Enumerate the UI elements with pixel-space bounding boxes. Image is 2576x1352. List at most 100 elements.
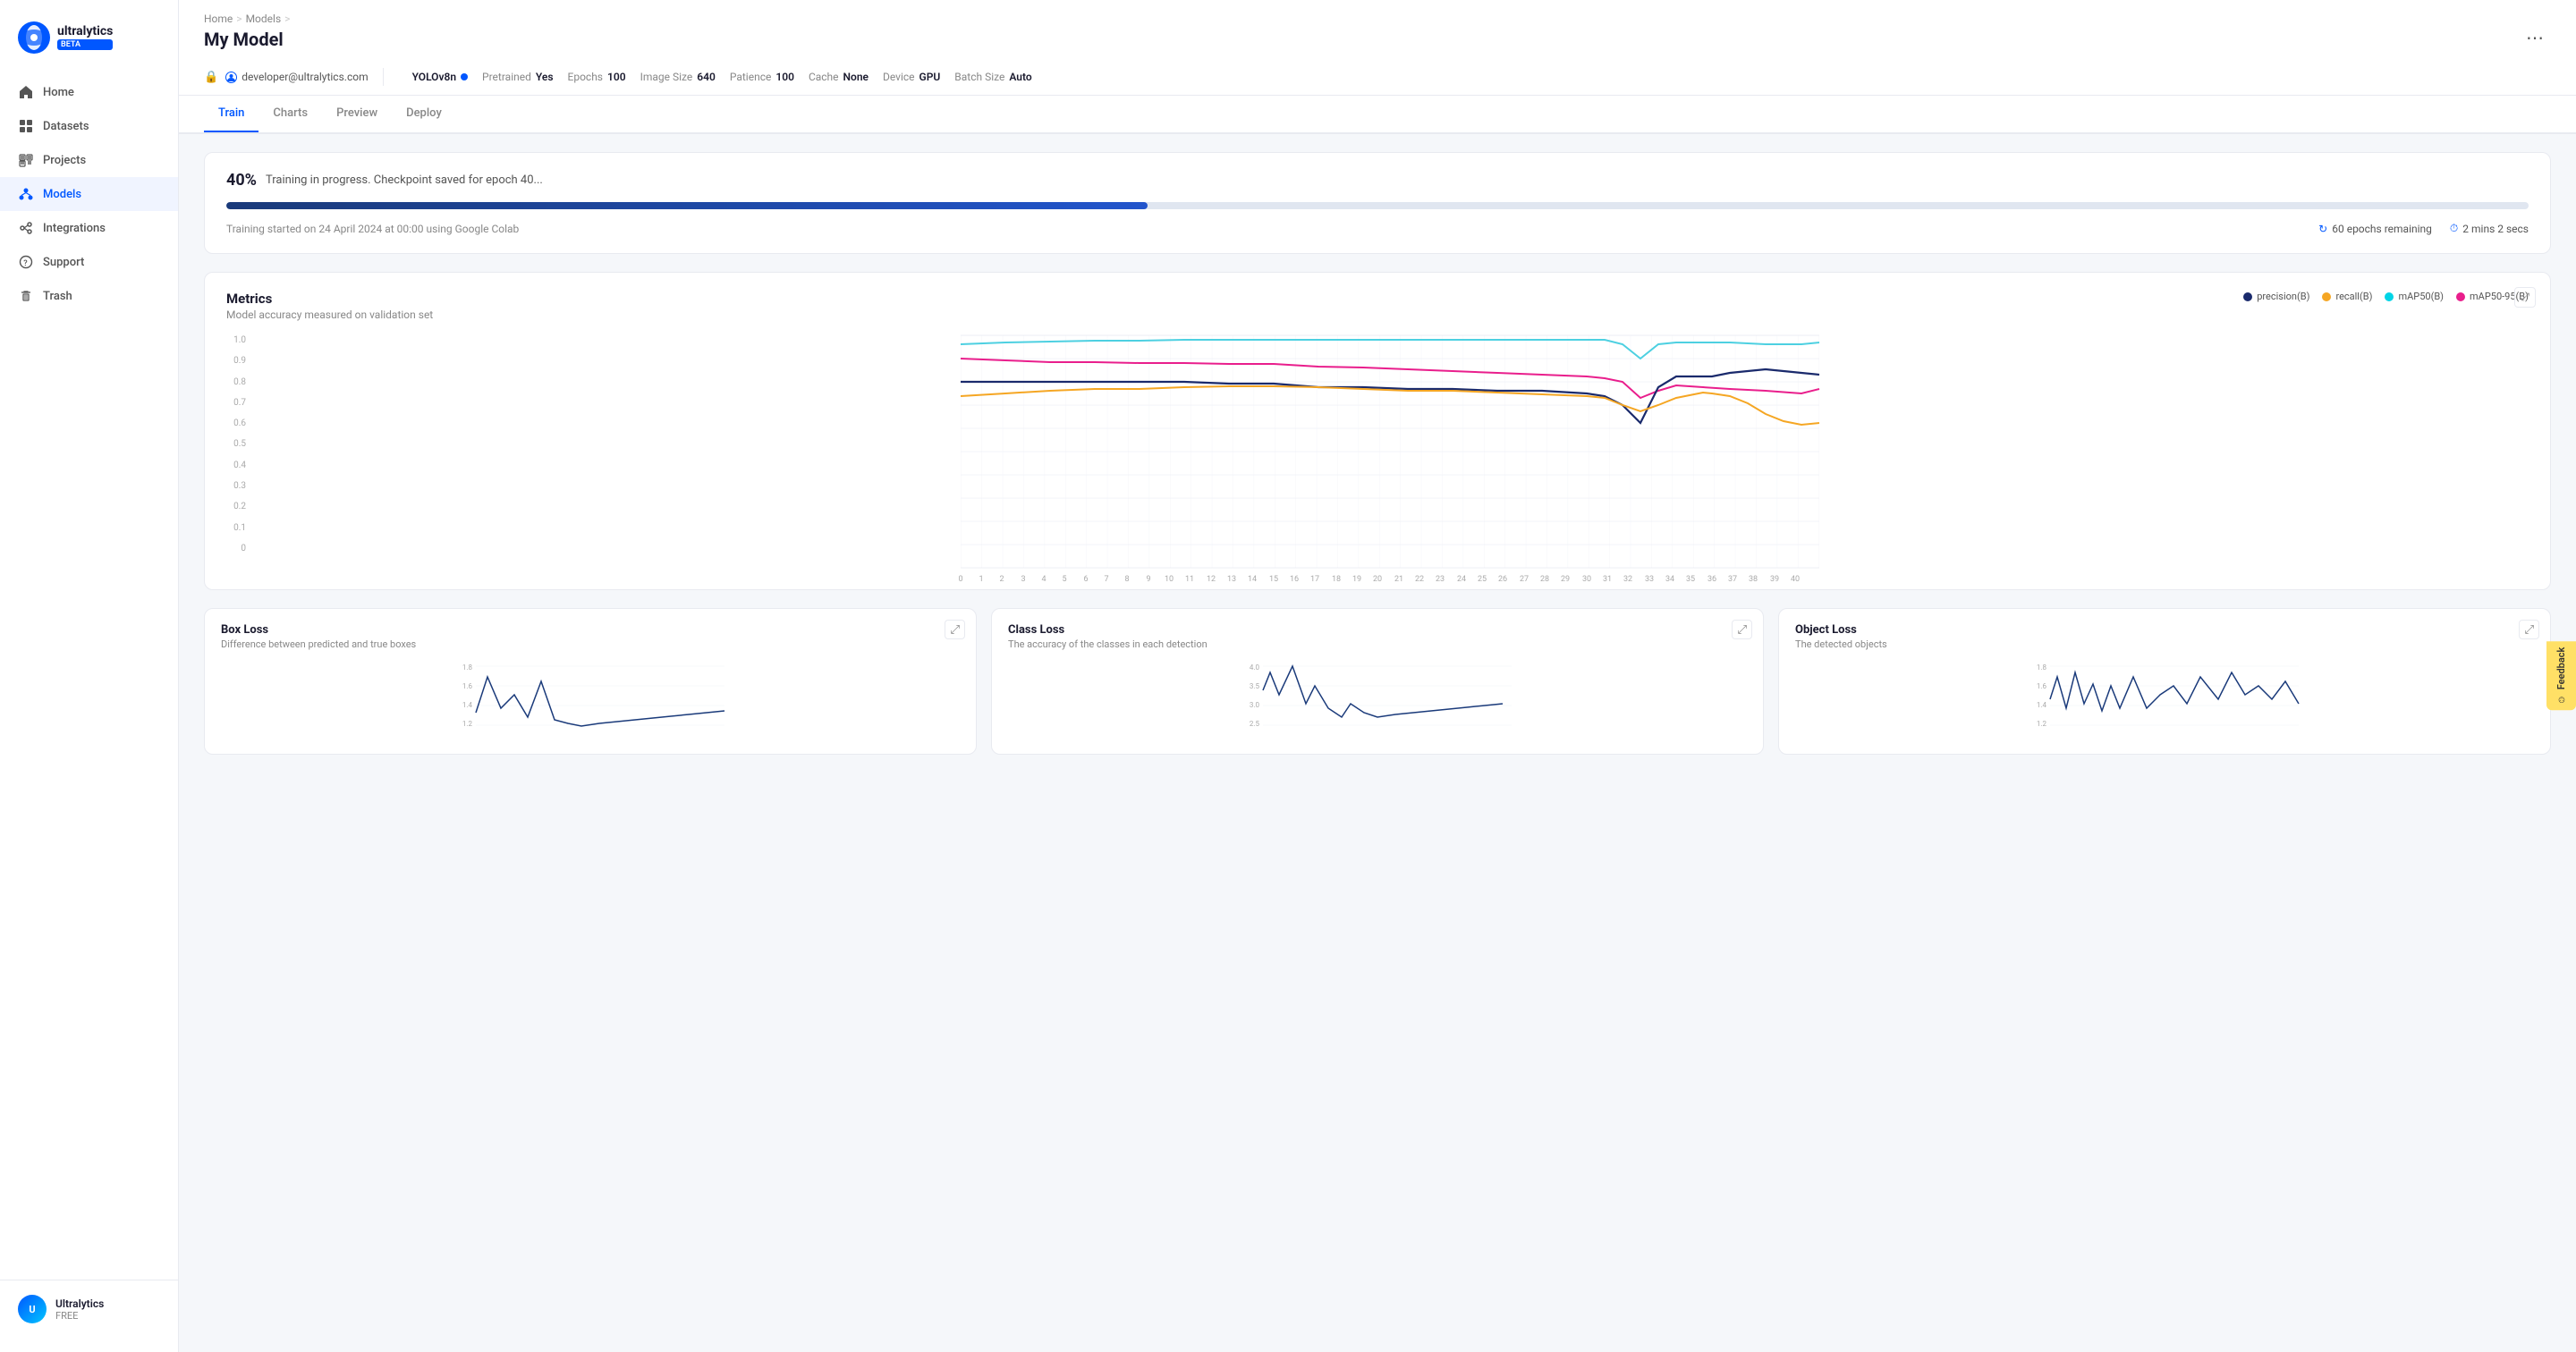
svg-text:19: 19 [1352, 575, 1361, 584]
svg-text:0: 0 [958, 575, 962, 584]
svg-text:1.6: 1.6 [2037, 682, 2047, 690]
svg-text:9: 9 [1146, 575, 1150, 584]
tab-preview[interactable]: Preview [322, 96, 392, 132]
tab-charts[interactable]: Charts [258, 96, 322, 132]
class-loss-subtitle: The accuracy of the classes in each dete… [1008, 638, 1747, 650]
training-started: Training started on 24 April 2024 at 00:… [226, 223, 519, 235]
sidebar-item-trash[interactable]: Trash [0, 279, 178, 313]
box-loss-subtitle: Difference between predicted and true bo… [221, 638, 960, 650]
box-loss-svg: 1.8 1.6 1.4 1.2 [221, 659, 960, 739]
class-loss-card: Class Loss The accuracy of the classes i… [991, 608, 1764, 755]
svg-text:?: ? [23, 259, 28, 268]
user-circle-icon [225, 72, 237, 83]
svg-text:1.4: 1.4 [462, 701, 473, 709]
refresh-icon: ↻ [2318, 223, 2327, 235]
feedback-label: Feedback [2555, 647, 2567, 690]
svg-text:40: 40 [1791, 575, 1800, 584]
tab-deploy[interactable]: Deploy [392, 96, 456, 132]
box-loss-card: Box Loss Difference between predicted an… [204, 608, 977, 755]
bottom-charts-grid: Box Loss Difference between predicted an… [204, 608, 2551, 755]
sidebar-label-projects: Projects [43, 154, 86, 167]
logo: ultralytics BETA [0, 14, 178, 75]
svg-text:3.0: 3.0 [1250, 701, 1260, 709]
sidebar-nav: Home Datasets Projects Models [0, 75, 178, 1280]
footer-username: Ultralytics [55, 1297, 104, 1310]
legend-dot-map5095 [2456, 292, 2465, 301]
chart-inner: 0 1 2 3 4 5 6 7 8 9 10 11 12 13 [251, 335, 2529, 571]
class-loss-svg: 4.0 3.5 3.0 2.5 [1008, 659, 1747, 739]
sidebar-footer: U Ultralytics FREE [0, 1280, 178, 1338]
models-icon [18, 186, 34, 202]
time-remaining-text: 2 mins 2 secs [2462, 223, 2529, 235]
svg-text:38: 38 [1749, 575, 1758, 584]
model-name-value: YOLOv8n [412, 71, 456, 83]
svg-text:29: 29 [1561, 575, 1570, 584]
legend-label-precision: precision(B) [2257, 291, 2309, 302]
lock-icon: 🔒 [204, 71, 218, 84]
svg-text:36: 36 [1707, 575, 1716, 584]
sidebar-item-home[interactable]: Home [0, 75, 178, 109]
svg-text:1.4: 1.4 [2037, 701, 2047, 709]
epochs-remaining-stat: ↻ 60 epochs remaining [2318, 223, 2432, 235]
meta-epochs: Epochs 100 [568, 71, 626, 83]
svg-text:5: 5 [1062, 575, 1066, 584]
breadcrumb-models[interactable]: Models [246, 13, 282, 25]
svg-text:1.2: 1.2 [2037, 720, 2047, 728]
svg-text:1: 1 [979, 575, 983, 584]
class-loss-chart: 4.0 3.5 3.0 2.5 [1008, 659, 1747, 739]
tabs-bar: Train Charts Preview Deploy [179, 96, 2576, 133]
class-loss-expand-button[interactable]: ⤢ [1732, 620, 1752, 639]
legend-dot-map50 [2385, 292, 2394, 301]
more-options-button[interactable]: ⋯ [2519, 23, 2551, 53]
epochs-remaining-text: 60 epochs remaining [2332, 223, 2432, 235]
legend-dot-recall [2322, 292, 2331, 301]
svg-text:10: 10 [1165, 575, 1174, 584]
object-loss-expand-button[interactable]: ⤢ [2519, 620, 2539, 639]
user-avatar: U [18, 1295, 47, 1323]
clock-icon: ⏱ [2450, 222, 2458, 235]
svg-text:23: 23 [1436, 575, 1445, 584]
metrics-expand-button[interactable]: ⤢ [2514, 287, 2536, 308]
svg-text:35: 35 [1686, 575, 1695, 584]
training-stats: ↻ 60 epochs remaining ⏱ 2 mins 2 secs [2318, 222, 2529, 235]
svg-text:28: 28 [1540, 575, 1549, 584]
svg-text:4.0: 4.0 [1250, 663, 1260, 672]
sidebar-item-datasets[interactable]: Datasets [0, 109, 178, 143]
sidebar-label-datasets: Datasets [43, 120, 89, 133]
object-loss-card: Object Loss The detected objects ⤢ 1.8 1… [1778, 608, 2551, 755]
metrics-svg-chart: 0 1 2 3 4 5 6 7 8 9 10 11 12 13 [251, 335, 2529, 568]
svg-text:14: 14 [1248, 575, 1257, 584]
svg-text:17: 17 [1310, 575, 1319, 584]
breadcrumb: Home > Models > [204, 13, 2551, 25]
object-loss-subtitle: The detected objects [1795, 638, 2534, 650]
sidebar-item-projects[interactable]: Projects [0, 143, 178, 177]
logo-beta: BETA [57, 39, 113, 50]
breadcrumb-home[interactable]: Home [204, 13, 233, 25]
svg-text:27: 27 [1520, 575, 1529, 584]
svg-text:30: 30 [1582, 575, 1591, 584]
svg-text:24: 24 [1457, 575, 1466, 584]
integrations-icon [18, 220, 34, 236]
main-content: Home > Models > My Model ⋯ 🔒 developer@u… [179, 0, 2576, 1352]
object-loss-chart: 1.8 1.6 1.4 1.2 [1795, 659, 2534, 739]
svg-text:6: 6 [1083, 575, 1088, 584]
svg-text:15: 15 [1269, 575, 1278, 584]
svg-text:21: 21 [1394, 575, 1403, 584]
object-loss-svg: 1.8 1.6 1.4 1.2 [1795, 659, 2534, 739]
feedback-smiley: ☺ [2555, 694, 2567, 705]
svg-text:34: 34 [1665, 575, 1674, 584]
metrics-title: Metrics [226, 291, 433, 307]
meta-tags: YOLOv8n Pretrained Yes Epochs 100 Image … [412, 71, 1032, 83]
sidebar-item-support[interactable]: ? Support [0, 245, 178, 279]
sidebar-item-integrations[interactable]: Integrations [0, 211, 178, 245]
svg-text:20: 20 [1373, 575, 1382, 584]
sidebar-label-home: Home [43, 86, 74, 99]
box-loss-expand-button[interactable]: ⤢ [945, 620, 965, 639]
svg-text:1.6: 1.6 [462, 682, 473, 690]
user-email: developer@ultralytics.com [225, 71, 368, 83]
feedback-button[interactable]: ☺ Feedback [2546, 642, 2576, 711]
tab-train[interactable]: Train [204, 96, 258, 132]
sidebar-label-integrations: Integrations [43, 222, 106, 235]
legend-label-map50: mAP50(B) [2398, 291, 2444, 302]
sidebar-item-models[interactable]: Models [0, 177, 178, 211]
